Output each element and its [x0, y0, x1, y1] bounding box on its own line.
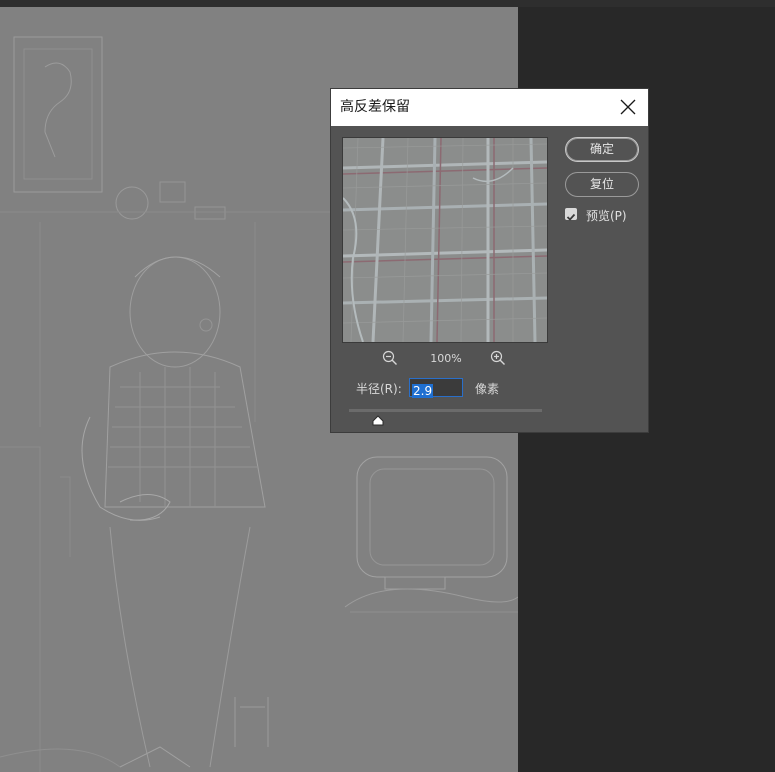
dialog-title: 高反差保留: [340, 99, 410, 115]
dialog-titlebar[interactable]: 高反差保留: [331, 89, 648, 126]
radius-unit: 像素: [475, 382, 500, 396]
radius-slider-handle[interactable]: [372, 411, 384, 430]
ok-button[interactable]: 确定: [565, 137, 639, 162]
preview-checkbox[interactable]: [565, 208, 577, 221]
zoom-level: 100%: [430, 352, 462, 365]
zoom-in-button[interactable]: [490, 350, 506, 370]
preview-label: 预览(P): [586, 209, 627, 223]
zoom-out-button[interactable]: [382, 350, 398, 370]
preview-image: [343, 138, 547, 342]
close-button[interactable]: [618, 97, 638, 117]
reset-button[interactable]: 复位: [565, 172, 639, 197]
radius-label: 半径(R):: [356, 382, 402, 396]
close-icon: [620, 99, 636, 115]
app-top-strip: [0, 0, 775, 7]
high-pass-dialog: 高反差保留 100% 半径(R): 2.9 像素 确定 复位 预览(P): [330, 88, 649, 433]
zoom-controls: 100%: [342, 349, 548, 369]
zoom-out-icon: [382, 350, 397, 365]
zoom-in-icon: [490, 350, 505, 365]
filter-preview[interactable]: [342, 137, 548, 343]
check-icon: [566, 213, 576, 221]
radius-input[interactable]: 2.9: [409, 378, 463, 398]
slider-handle-icon: [372, 415, 384, 426]
radius-value: 2.9: [412, 384, 434, 398]
